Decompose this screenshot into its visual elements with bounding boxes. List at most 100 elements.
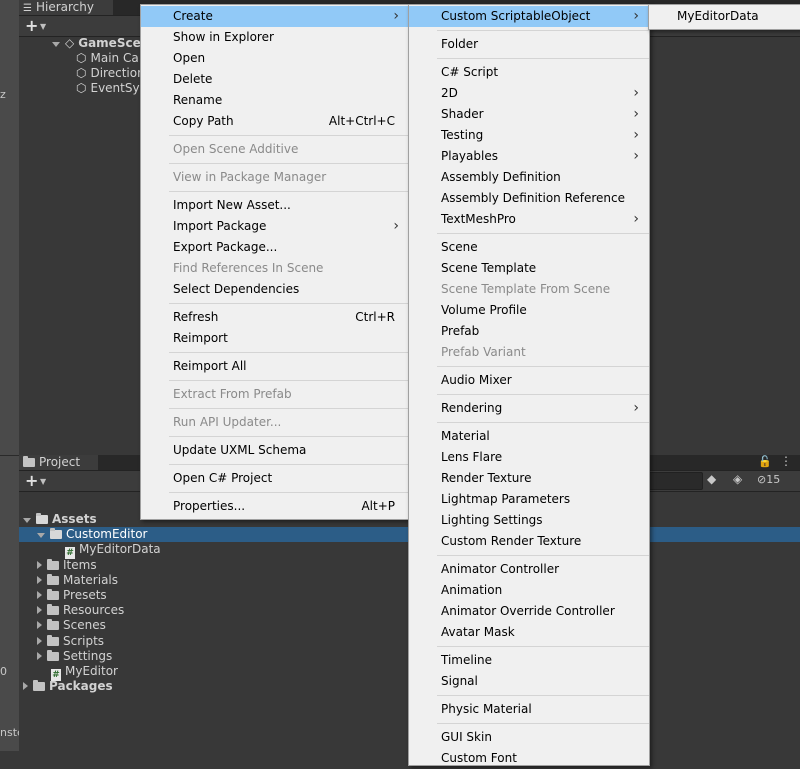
menu-item-reimport[interactable]: Reimport: [141, 328, 409, 349]
create-item-textmeshpro[interactable]: TextMeshPro ›: [409, 209, 649, 230]
create-item-2d[interactable]: 2D ›: [409, 83, 649, 104]
expand-right-icon[interactable]: [37, 651, 42, 660]
tab-project[interactable]: Project: [19, 455, 98, 470]
project-tree-item[interactable]: Items: [37, 558, 97, 573]
create-item-custom-scriptableobject[interactable]: Custom ScriptableObject ›: [409, 6, 649, 27]
create-item-rendering[interactable]: Rendering ›: [409, 398, 649, 419]
menu-item-rename[interactable]: Rename: [141, 90, 409, 111]
create-item-avatar-mask[interactable]: Avatar Mask: [409, 622, 649, 643]
create-item-lens-flare[interactable]: Lens Flare: [409, 447, 649, 468]
expand-right-icon[interactable]: [37, 575, 42, 584]
menu-item-label: Properties...: [173, 499, 246, 513]
menu-item-update-uxml-schema[interactable]: Update UXML Schema: [141, 440, 409, 461]
more-icon[interactable]: ⋮: [780, 454, 792, 468]
create-item-gui-skin[interactable]: GUI Skin: [409, 727, 649, 748]
project-tree-item[interactable]: Scripts: [37, 634, 104, 649]
menu-item-show-in-explorer[interactable]: Show in Explorer: [141, 27, 409, 48]
search-input[interactable]: [646, 472, 703, 490]
create-item-custom-font[interactable]: Custom Font: [409, 748, 649, 769]
project-tree-item[interactable]: Settings: [37, 649, 112, 664]
expand-right-icon[interactable]: [37, 636, 42, 645]
filter-type-icon[interactable]: ◆: [707, 472, 716, 486]
project-tree-item[interactable]: Materials: [37, 573, 118, 588]
expand-right-icon[interactable]: [37, 591, 42, 599]
menu-separator: [437, 422, 649, 423]
menu-item-create[interactable]: Create ›: [141, 6, 409, 27]
hierarchy-item[interactable]: ⬡ EventSys: [76, 81, 146, 96]
scene-row[interactable]: ◇ GameScen: [52, 36, 149, 51]
create-item-animator-controller[interactable]: Animator Controller: [409, 559, 649, 580]
create-item-prefab[interactable]: Prefab: [409, 321, 649, 342]
project-tree-item[interactable]: # MyEditorData: [51, 542, 161, 560]
expand-icon[interactable]: [52, 42, 60, 47]
project-tree-item[interactable]: Assets: [23, 512, 97, 527]
expand-right-icon[interactable]: [37, 560, 42, 569]
create-item-physic-material[interactable]: Physic Material: [409, 699, 649, 720]
menu-item-select-dependencies[interactable]: Select Dependencies: [141, 279, 409, 300]
create-item-shader[interactable]: Shader ›: [409, 104, 649, 125]
project-tree-item[interactable]: Scenes: [37, 618, 106, 633]
expand-down-icon[interactable]: [23, 518, 31, 523]
create-item-custom-render-texture[interactable]: Custom Render Texture: [409, 531, 649, 552]
project-tree-item[interactable]: Presets: [37, 588, 107, 603]
create-item-animation[interactable]: Animation: [409, 580, 649, 601]
create-item-scene-template[interactable]: Scene Template: [409, 258, 649, 279]
create-item-lighting-settings[interactable]: Lighting Settings: [409, 510, 649, 531]
create-item-assembly-definition-reference[interactable]: Assembly Definition Reference: [409, 188, 649, 209]
menu-item-import-package[interactable]: Import Package ›: [141, 216, 409, 237]
project-tree-item[interactable]: Packages: [23, 679, 113, 694]
menu-item-reimport-all[interactable]: Reimport All: [141, 356, 409, 377]
menu-item-open[interactable]: Open: [141, 48, 409, 69]
hierarchy-item[interactable]: ⬡ Direction: [76, 66, 145, 81]
add-icon[interactable]: +: [25, 18, 38, 34]
project-tree-item[interactable]: CustomEditor: [37, 527, 148, 542]
lock-icon[interactable]: 🔓: [758, 455, 772, 468]
create-item-scene[interactable]: Scene: [409, 237, 649, 258]
chevron-down-icon[interactable]: ▼: [40, 477, 46, 486]
project-tree-item[interactable]: Resources: [37, 603, 124, 618]
custom-so-item-myeditordata[interactable]: MyEditorData: [649, 6, 800, 27]
menu-item-delete[interactable]: Delete: [141, 69, 409, 90]
menu-item-export-package[interactable]: Export Package...: [141, 237, 409, 258]
menu-item-label: Import New Asset...: [173, 198, 291, 212]
menu-separator: [169, 135, 409, 136]
create-item-signal[interactable]: Signal: [409, 671, 649, 692]
menu-item-label: Run API Updater...: [173, 415, 282, 429]
menu-item-properties[interactable]: Properties... Alt+P: [141, 496, 409, 517]
hierarchy-item[interactable]: ⬡ Main Ca: [76, 51, 139, 66]
create-item-testing[interactable]: Testing ›: [409, 125, 649, 146]
chevron-down-icon[interactable]: ▼: [40, 22, 46, 31]
create-item-lightmap-parameters[interactable]: Lightmap Parameters: [409, 489, 649, 510]
menu-item-open-c-project[interactable]: Open C# Project: [141, 468, 409, 489]
add-icon[interactable]: +: [25, 473, 38, 489]
create-item-c-script[interactable]: C# Script: [409, 62, 649, 83]
create-item-render-texture[interactable]: Render Texture: [409, 468, 649, 489]
menu-item-copy-path[interactable]: Copy Path Alt+Ctrl+C: [141, 111, 409, 132]
menu-item-label: Open Scene Additive: [173, 142, 299, 156]
menu-item-label: Custom Font: [441, 751, 517, 765]
create-item-playables[interactable]: Playables ›: [409, 146, 649, 167]
project-tree-item[interactable]: # MyEditor: [37, 664, 118, 681]
create-item-volume-profile[interactable]: Volume Profile: [409, 300, 649, 321]
menu-item-label: TextMeshPro: [441, 212, 516, 226]
tab-hierarchy[interactable]: ☰ Hierarchy: [19, 0, 113, 15]
create-item-assembly-definition[interactable]: Assembly Definition: [409, 167, 649, 188]
project-tree-label: Scripts: [63, 633, 105, 648]
create-item-timeline[interactable]: Timeline: [409, 650, 649, 671]
folder-icon: [47, 634, 59, 646]
hidden-count-badge[interactable]: ⊘15: [757, 473, 780, 486]
menu-item-refresh[interactable]: Refresh Ctrl+R: [141, 307, 409, 328]
menu-separator: [169, 163, 409, 164]
create-item-material[interactable]: Material: [409, 426, 649, 447]
create-item-folder[interactable]: Folder: [409, 34, 649, 55]
expand-right-icon[interactable]: [23, 682, 28, 691]
menu-item-label: Prefab Variant: [441, 345, 526, 359]
create-item-animator-override-controller[interactable]: Animator Override Controller: [409, 601, 649, 622]
menu-item-import-new-asset[interactable]: Import New Asset...: [141, 195, 409, 216]
expand-right-icon[interactable]: [37, 606, 42, 615]
expand-down-icon[interactable]: [37, 533, 45, 539]
expand-right-icon[interactable]: [37, 621, 42, 630]
menu-separator: [437, 30, 649, 31]
label-icon[interactable]: ◈: [733, 472, 742, 486]
create-item-audio-mixer[interactable]: Audio Mixer: [409, 370, 649, 391]
